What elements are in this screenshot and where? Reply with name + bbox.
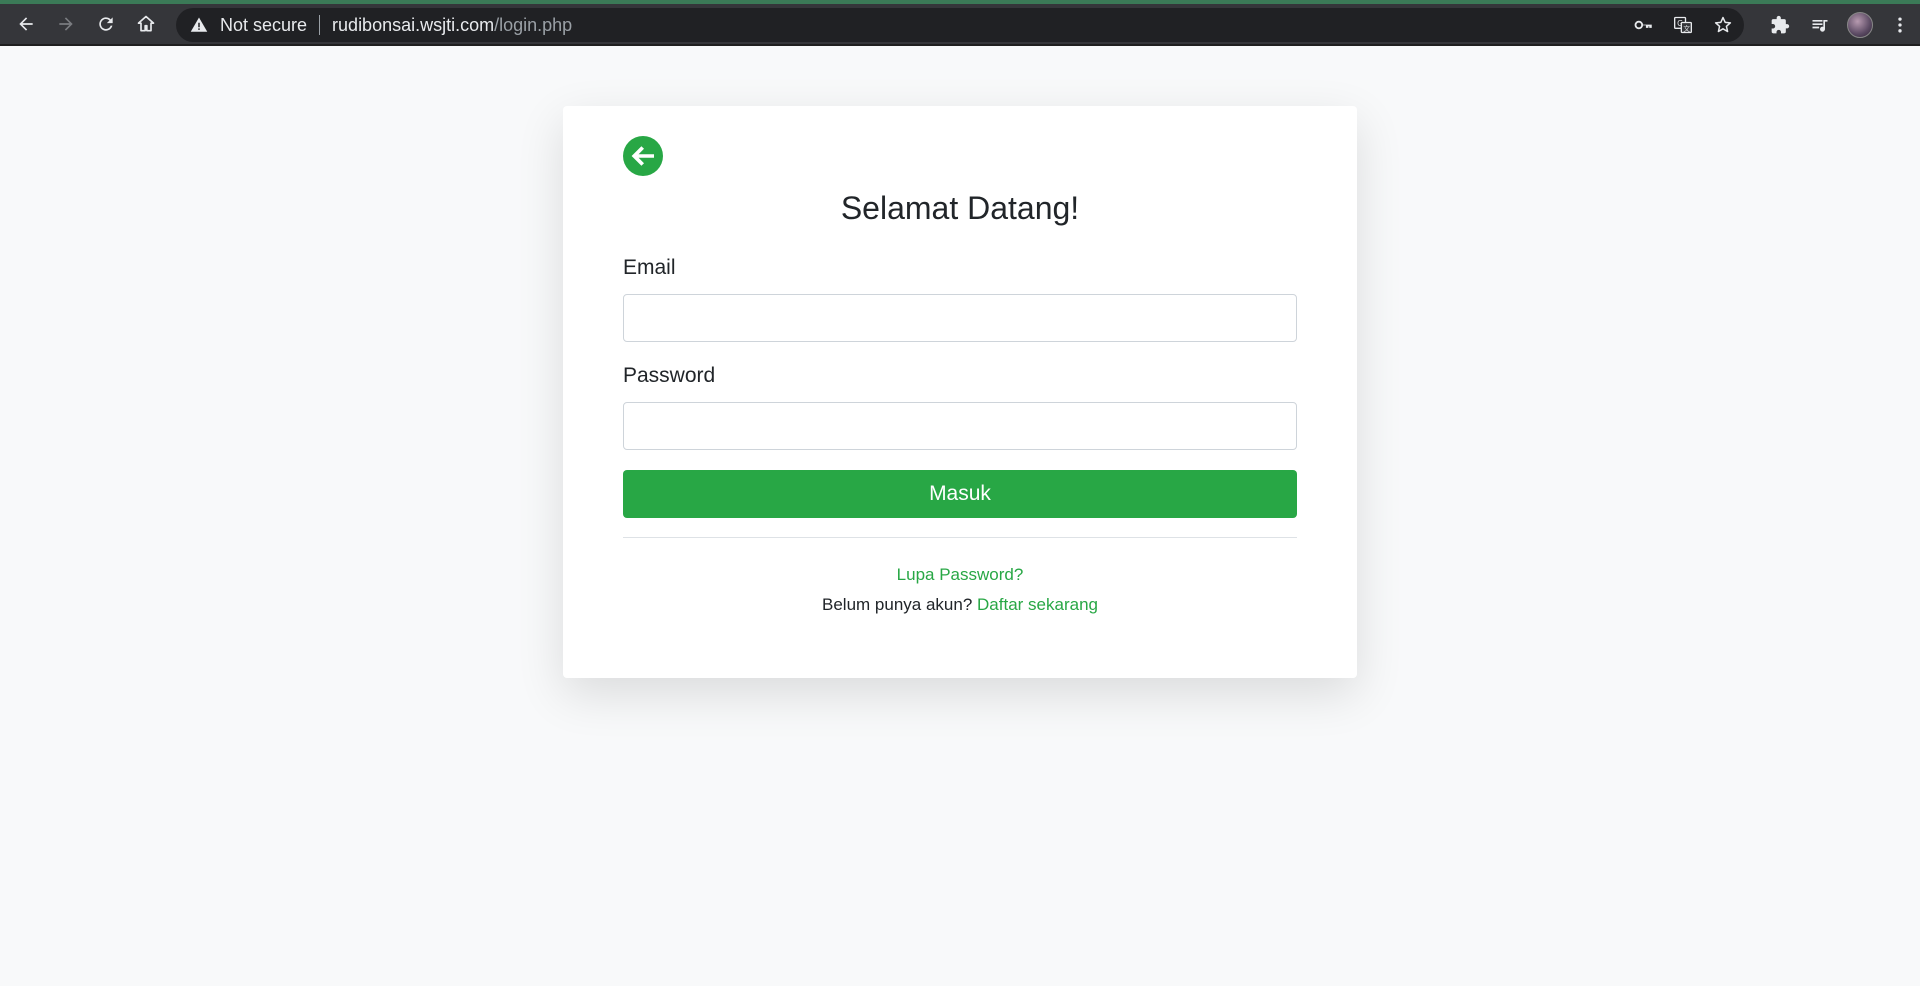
email-label: Email <box>623 256 676 279</box>
address-bar-actions: G文 <box>1630 8 1736 42</box>
arrow-circle-left-icon[interactable] <box>623 136 663 176</box>
profile-button[interactable] <box>1840 8 1880 42</box>
home-icon[interactable] <box>126 4 166 44</box>
translate-icon[interactable]: G文 <box>1670 12 1696 38</box>
url-path: /login.php <box>494 14 573 35</box>
reload-icon[interactable] <box>86 4 126 44</box>
browser-nav-buttons <box>6 4 168 44</box>
forward-arrow-icon[interactable] <box>46 4 86 44</box>
forgot-password-link[interactable]: Lupa Password? <box>897 565 1024 584</box>
password-label: Password <box>623 364 716 387</box>
toolbar-extensions <box>1760 8 1920 42</box>
email-field[interactable] <box>623 294 1297 342</box>
key-icon[interactable] <box>1630 12 1656 38</box>
browser-toolbar: Not secure rudibonsai.wsjti.com /login.p… <box>0 4 1920 44</box>
register-prompt: Belum punya akun? <box>822 595 973 614</box>
register-row: Belum punya akun? Daftar sekarang <box>563 595 1357 615</box>
page-title: Selamat Datang! <box>840 190 1080 226</box>
url-host: rudibonsai.wsjti.com <box>332 14 495 35</box>
back-arrow-icon[interactable] <box>6 4 46 44</box>
star-icon[interactable] <box>1710 12 1736 38</box>
media-queue-icon[interactable] <box>1800 8 1840 42</box>
password-field[interactable] <box>623 402 1297 450</box>
warning-icon[interactable] <box>190 16 208 34</box>
divider <box>623 537 1297 538</box>
login-button[interactable]: Masuk <box>623 470 1297 518</box>
browser-frame-bottom <box>0 44 1920 46</box>
address-bar[interactable]: Not secure rudibonsai.wsjti.com /login.p… <box>176 8 1744 42</box>
address-separator <box>319 15 321 35</box>
puzzle-icon[interactable] <box>1760 8 1800 42</box>
login-card: Selamat Datang! Email Password Masuk Lup… <box>563 106 1357 678</box>
kebab-menu-icon[interactable] <box>1880 8 1920 42</box>
avatar[interactable] <box>1847 12 1873 38</box>
svg-text:文: 文 <box>1683 24 1690 33</box>
register-link[interactable]: Daftar sekarang <box>977 595 1098 614</box>
forgot-password-row: Lupa Password? <box>563 565 1357 585</box>
security-label[interactable]: Not secure <box>220 15 307 36</box>
